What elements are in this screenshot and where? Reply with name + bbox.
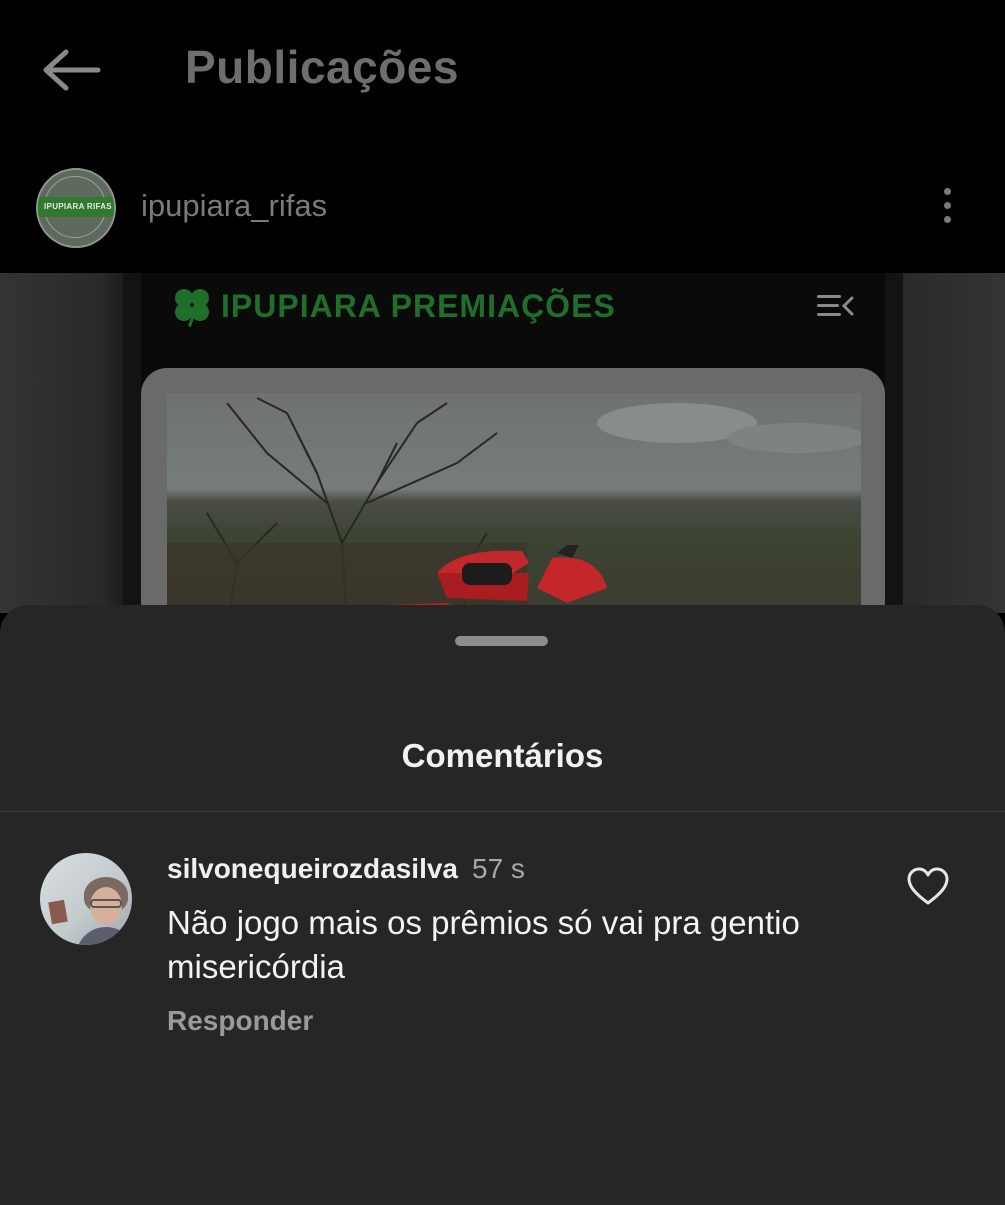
avatar-logo-text: IPUPIARA RIFAS bbox=[38, 197, 114, 217]
menu-icon bbox=[817, 293, 855, 319]
divider bbox=[0, 811, 1005, 812]
post-author-username[interactable]: ipupiara_rifas bbox=[141, 188, 327, 224]
top-bar: Publicações bbox=[0, 0, 1005, 140]
comments-sheet: Comentários silvonequeirozdasilva 57 s Nã… bbox=[0, 605, 1005, 1205]
drag-handle[interactable] bbox=[455, 636, 548, 646]
commenter-avatar[interactable] bbox=[40, 853, 132, 945]
more-vertical-icon bbox=[943, 188, 951, 195]
post-header: IPUPIARA RIFAS ipupiara_rifas bbox=[0, 140, 1005, 273]
screenshot-frame: IPUPIARA PREMIAÇÕES bbox=[123, 273, 903, 613]
arrow-left-icon bbox=[43, 49, 101, 91]
like-comment-button[interactable] bbox=[906, 867, 950, 907]
heart-outline-icon bbox=[907, 867, 949, 905]
clover-icon bbox=[171, 285, 213, 327]
post-author-avatar[interactable]: IPUPIARA RIFAS bbox=[36, 168, 116, 248]
comment-timestamp: 57 s bbox=[472, 853, 525, 884]
more-options-button[interactable] bbox=[932, 184, 962, 230]
brand-name: IPUPIARA PREMIAÇÕES bbox=[221, 287, 616, 324]
post-image[interactable]: IPUPIARA PREMIAÇÕES bbox=[0, 273, 1005, 613]
sheet-title: Comentários bbox=[401, 737, 604, 774]
photo-card bbox=[141, 368, 885, 613]
reply-button[interactable]: Responder bbox=[167, 1005, 313, 1037]
comment-header: silvonequeirozdasilva 57 s bbox=[167, 853, 525, 885]
back-button[interactable] bbox=[38, 45, 108, 95]
page-title: Publicações bbox=[185, 41, 459, 93]
comment-text: Não jogo mais os prêmios só vai pra gent… bbox=[167, 904, 800, 985]
brand-header: IPUPIARA PREMIAÇÕES bbox=[171, 281, 616, 331]
motorcycle-photo bbox=[167, 393, 861, 613]
motorcycle-illustration bbox=[277, 545, 627, 613]
comment-item: silvonequeirozdasilva 57 s Não jogo mais … bbox=[0, 853, 1005, 1053]
comment-username[interactable]: silvonequeirozdasilva bbox=[167, 853, 458, 884]
